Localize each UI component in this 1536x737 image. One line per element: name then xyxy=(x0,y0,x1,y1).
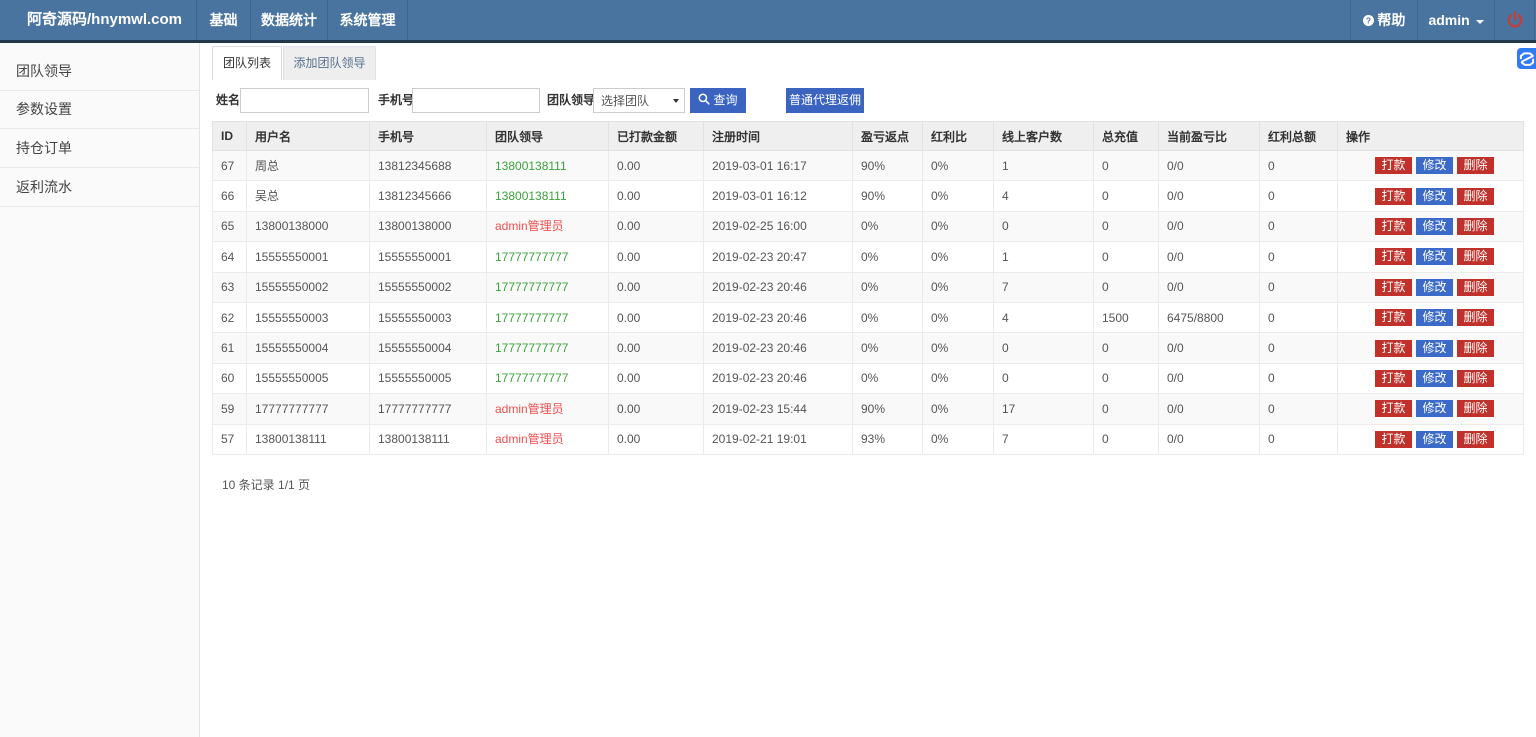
svg-text:?: ? xyxy=(1365,15,1370,25)
